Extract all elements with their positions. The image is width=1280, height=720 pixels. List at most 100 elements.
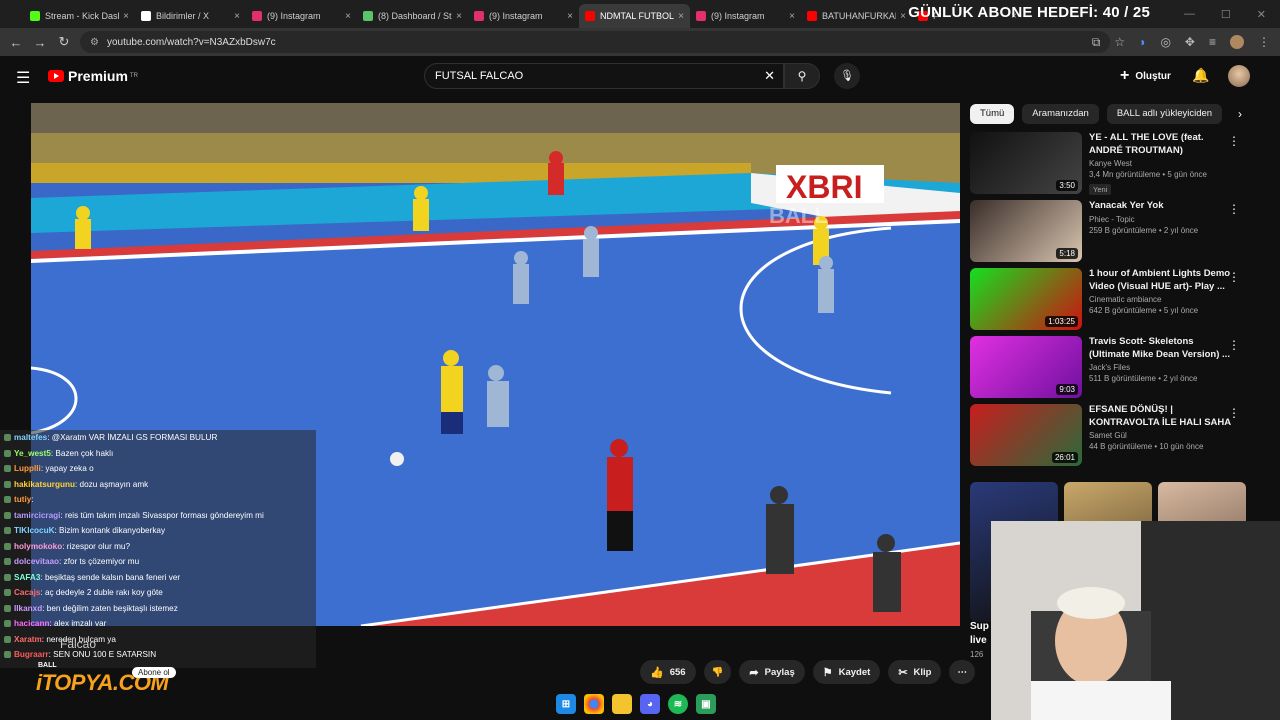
- streaming-app-icon[interactable]: ▣: [696, 694, 716, 714]
- video-thumbnail[interactable]: 3:50: [970, 132, 1082, 194]
- save-label: Kaydet: [838, 666, 871, 678]
- browser-tab[interactable]: (9) Instagram ×: [690, 4, 801, 28]
- url-field[interactable]: ⚙ youtube.com/watch?v=N3AZxbDsw7c: [80, 31, 1110, 53]
- reload-icon[interactable]: ↻: [52, 34, 76, 50]
- more-options-icon[interactable]: ⋮: [1228, 134, 1240, 148]
- recommended-video[interactable]: 5:18 Yanacak Yer Yok Phiec - Topic 259 B gö…: [970, 200, 1270, 264]
- tab-close-icon[interactable]: ×: [678, 11, 684, 22]
- puzzle-icon[interactable]: ✥: [1185, 35, 1195, 49]
- channel-name[interactable]: Kanye West: [1089, 159, 1232, 168]
- tab-close-icon[interactable]: ×: [567, 11, 573, 22]
- video-title[interactable]: 1 hour of Ambient Lights Demo Video (Vis…: [1089, 268, 1232, 293]
- chat-username[interactable]: Lupplli: [14, 464, 41, 473]
- chat-username[interactable]: dolcevitaao: [14, 557, 59, 566]
- chat-username[interactable]: tutiy: [14, 495, 31, 504]
- video-thumbnail[interactable]: 26:01: [970, 404, 1082, 466]
- create-label: Oluştur: [1135, 70, 1171, 82]
- tab-close-icon[interactable]: ×: [456, 11, 462, 22]
- chat-username[interactable]: TIKIcocuK: [14, 526, 55, 535]
- tab-label: NDMTAL FUTBOL: [600, 11, 675, 21]
- notifications-bell-icon[interactable]: 🔔: [1192, 67, 1209, 84]
- video-title[interactable]: YE - ALL THE LOVE (feat. ANDRÉ TROUTMAN): [1089, 132, 1232, 157]
- profile-icon[interactable]: [1230, 35, 1244, 49]
- menu-icon[interactable]: ☰: [16, 68, 30, 88]
- forward-icon[interactable]: →: [28, 35, 52, 50]
- search-button[interactable]: ⚲: [784, 63, 820, 89]
- tab-close-icon[interactable]: ×: [789, 11, 795, 22]
- chat-username[interactable]: Ye_west5: [14, 449, 51, 458]
- video-thumbnail[interactable]: 9:03: [970, 336, 1082, 398]
- chat-username[interactable]: SAFA3: [14, 573, 40, 582]
- chat-username[interactable]: hacicann: [14, 619, 50, 628]
- more-options-icon[interactable]: ⋮: [1228, 202, 1240, 216]
- voice-search-button[interactable]: 🎙: [834, 63, 860, 89]
- tab-close-icon[interactable]: ×: [123, 11, 129, 22]
- maximize-icon[interactable]: ☐: [1221, 8, 1231, 21]
- recommended-video[interactable]: 9:03 Travis Scott- Skeletons (Ultimate Mi…: [970, 336, 1270, 400]
- share-button[interactable]: ➦ Paylaş: [739, 660, 805, 684]
- youtube-logo[interactable]: Premium TR: [48, 68, 138, 84]
- chevron-right-icon[interactable]: ›: [1238, 107, 1242, 121]
- chat-username[interactable]: hakikatsurgunu: [14, 480, 75, 489]
- more-options-icon[interactable]: ⋮: [1228, 338, 1240, 352]
- back-icon[interactable]: ←: [4, 35, 28, 50]
- search-input[interactable]: FUTSAL FALCAO ✕: [424, 63, 784, 89]
- close-window-icon[interactable]: ✕: [1257, 8, 1266, 21]
- filter-chip[interactable]: Aramanızdan: [1022, 104, 1099, 124]
- tab-close-icon[interactable]: ×: [345, 11, 351, 22]
- recommended-video[interactable]: 26:01 EFSANE DÖNÜŞ! | KONTRAVOLTA İLE HAL…: [970, 404, 1270, 468]
- clip-button[interactable]: ✂ Klip: [888, 660, 942, 684]
- recommended-video[interactable]: 3:50 YE - ALL THE LOVE (feat. ANDRÉ TROUT…: [970, 132, 1270, 196]
- video-title[interactable]: EFSANE DÖNÜŞ! | KONTRAVOLTA İLE HALI SAH…: [1089, 404, 1232, 429]
- more-actions-button[interactable]: ⋯: [949, 660, 975, 684]
- chat-username[interactable]: Bugraarr: [14, 650, 49, 659]
- chat-username[interactable]: Ilkanxd: [14, 604, 42, 613]
- filter-chip[interactable]: Tümü: [970, 104, 1015, 124]
- browser-tab[interactable]: (9) Instagram ×: [246, 4, 357, 28]
- video-title[interactable]: Yanacak Yer Yok: [1089, 200, 1232, 213]
- chrome-icon[interactable]: [584, 694, 604, 714]
- browser-tab[interactable]: (8) Dashboard / Streamer ×: [357, 4, 468, 28]
- filter-chip[interactable]: BALL adlı yükleyiciden: [1106, 104, 1223, 124]
- clear-search-icon[interactable]: ✕: [764, 68, 775, 84]
- dislike-button[interactable]: 👎: [703, 660, 732, 684]
- discord-icon[interactable]: ◕: [640, 694, 660, 714]
- bookmark-star-icon[interactable]: ☆: [1114, 35, 1125, 49]
- channel-name[interactable]: Jack's Files: [1089, 363, 1232, 372]
- account-avatar[interactable]: [1228, 65, 1250, 87]
- more-options-icon[interactable]: ⋮: [1228, 270, 1240, 284]
- chat-username[interactable]: Xaratm: [14, 635, 42, 644]
- folder-icon[interactable]: [612, 694, 632, 714]
- channel-name[interactable]: Cinematic ambiance: [1089, 295, 1232, 304]
- chat-username[interactable]: maltefes: [14, 433, 47, 442]
- extension-icon-2[interactable]: ◎: [1160, 35, 1170, 49]
- media-icon[interactable]: ≡: [1209, 35, 1216, 49]
- menu-dots-icon[interactable]: ⋮: [1258, 35, 1270, 49]
- channel-name[interactable]: Samet Gül: [1089, 431, 1232, 440]
- save-button[interactable]: ⚑ Kaydet: [812, 660, 881, 684]
- tab-close-icon[interactable]: ×: [900, 11, 906, 22]
- site-info-icon[interactable]: ⚙: [90, 37, 99, 48]
- video-title[interactable]: Travis Scott- Skeletons (Ultimate Mike D…: [1089, 336, 1232, 361]
- create-button[interactable]: + Oluştur: [1120, 63, 1171, 89]
- spotify-icon[interactable]: ≋: [668, 694, 688, 714]
- browser-tab[interactable]: Stream - Kick Dashboard ×: [24, 4, 135, 28]
- chat-username[interactable]: tamircicragi: [14, 511, 60, 520]
- tab-close-icon[interactable]: ×: [234, 11, 240, 22]
- browser-tab[interactable]: Bildirimler / X ×: [135, 4, 246, 28]
- windows-start-icon[interactable]: ⊞: [556, 694, 576, 714]
- minimize-icon[interactable]: —: [1184, 8, 1195, 20]
- like-button[interactable]: 👍 656: [640, 660, 696, 684]
- browser-tab[interactable]: (9) Instagram ×: [468, 4, 579, 28]
- video-thumbnail[interactable]: 5:18: [970, 200, 1082, 262]
- video-thumbnail[interactable]: 1:03:25: [970, 268, 1082, 330]
- chat-username[interactable]: Cacajs: [14, 588, 40, 597]
- install-icon[interactable]: ⧉: [1092, 35, 1101, 50]
- browser-tab[interactable]: NDMTAL FUTBOL ×: [579, 4, 690, 28]
- more-options-icon[interactable]: ⋮: [1228, 406, 1240, 420]
- channel-name[interactable]: Phiec - Topic: [1089, 215, 1232, 224]
- recommended-video[interactable]: 1:03:25 1 hour of Ambient Lights Demo Vid…: [970, 268, 1270, 332]
- extension-icon[interactable]: ◗: [1139, 35, 1146, 49]
- browser-tab[interactable]: BATUHANFURKAN ×: [801, 4, 912, 28]
- chat-username[interactable]: holymokoko: [14, 542, 62, 551]
